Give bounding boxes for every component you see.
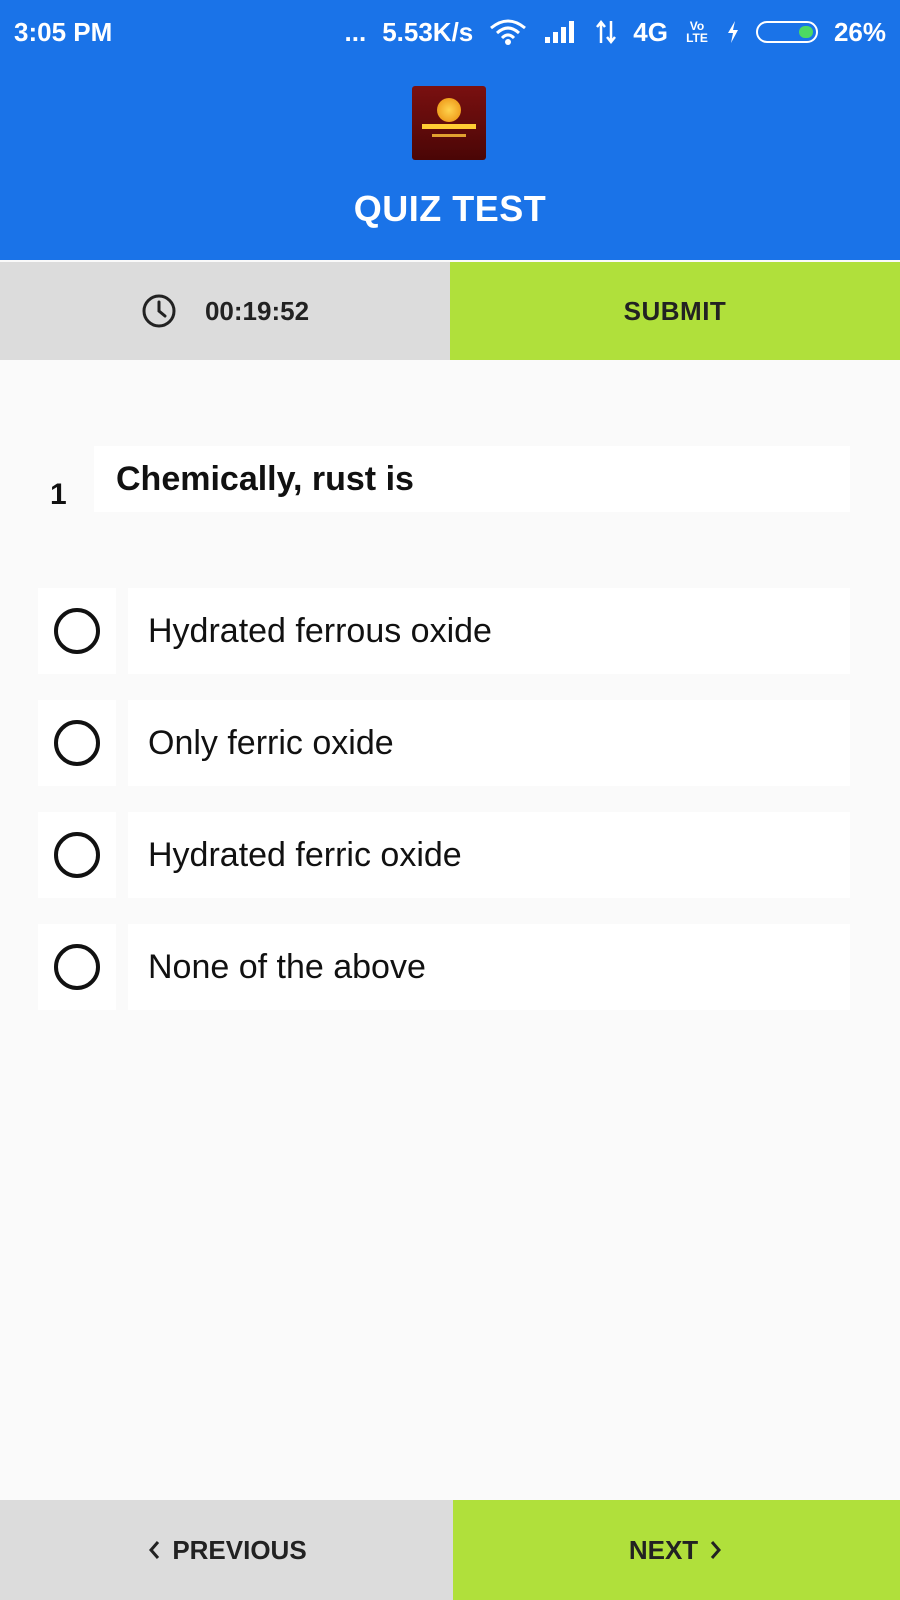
status-time: 3:05 PM — [14, 16, 113, 47]
network-speed: 5.53K/s — [382, 16, 474, 47]
clock-icon — [141, 293, 177, 329]
option-2-label[interactable]: Only ferric oxide — [128, 700, 850, 786]
charging-icon — [726, 20, 740, 44]
battery-icon — [755, 21, 818, 43]
app-header: QUIZ TEST — [0, 64, 900, 260]
option-1-label[interactable]: Hydrated ferrous oxide — [128, 588, 850, 674]
option-1-radio[interactable] — [38, 588, 116, 674]
option-4-radio[interactable] — [38, 924, 116, 1010]
previous-label: PREVIOUS — [172, 1534, 307, 1565]
option-3-radio[interactable] — [38, 812, 116, 898]
status-indicators: ... 5.53K/s 4G Vo LTE 26% — [345, 17, 886, 48]
radio-unchecked-icon — [54, 720, 100, 766]
option-3-label[interactable]: Hydrated ferric oxide — [128, 812, 850, 898]
volte-icon: Vo LTE — [686, 19, 708, 45]
next-label: NEXT — [628, 1534, 699, 1565]
option-4-label[interactable]: None of the above — [128, 924, 850, 1010]
chevron-right-icon — [708, 1539, 724, 1561]
timer: 00:19:52 — [0, 262, 450, 360]
timer-value: 00:19:52 — [204, 295, 310, 326]
signal-icon — [543, 19, 579, 45]
status-bar: 3:05 PM ... 5.53K/s 4G Vo LTE 26% — [0, 0, 900, 64]
battery-fill — [798, 26, 813, 38]
radio-unchecked-icon — [54, 944, 100, 990]
wifi-icon — [489, 18, 527, 46]
data-transfer-icon — [595, 19, 617, 45]
submit-button[interactable]: SUBMIT — [450, 262, 900, 360]
option-2-radio[interactable] — [38, 700, 116, 786]
notification-dots: ... — [344, 16, 367, 47]
page-title: QUIZ TEST — [353, 188, 547, 229]
radio-unchecked-icon — [54, 832, 100, 878]
previous-button[interactable]: PREVIOUS — [0, 1500, 453, 1600]
battery-percent: 26% — [833, 16, 886, 47]
radio-unchecked-icon — [54, 608, 100, 654]
network-type: 4G — [633, 16, 668, 47]
next-button[interactable]: NEXT — [453, 1500, 900, 1600]
chevron-left-icon — [146, 1539, 162, 1561]
question-number: 1 — [50, 478, 67, 511]
question-text: Chemically, rust is — [94, 446, 850, 512]
app-logo — [412, 86, 486, 160]
